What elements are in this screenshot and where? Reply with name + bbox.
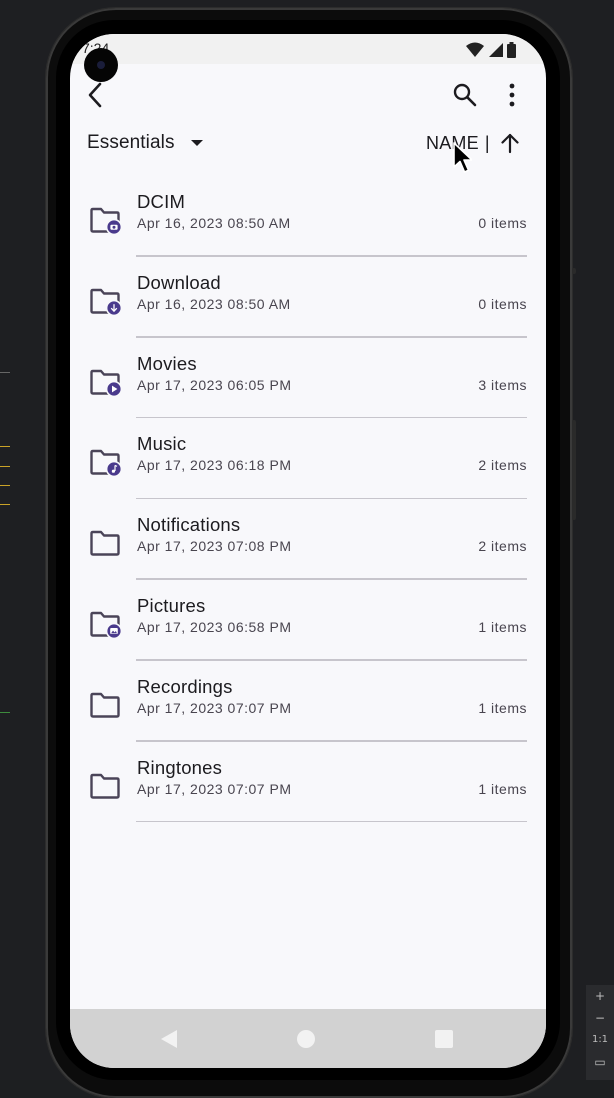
folder-item-count: 1 items (478, 618, 527, 635)
folder-row[interactable]: Music Apr 17, 2023 06:18 PM 2 items (70, 418, 546, 500)
folder-music-icon (90, 450, 123, 478)
app-screen: 7:24 Essentials (70, 34, 546, 1068)
phone-power-button (572, 268, 576, 274)
folder-item-count: 1 items (478, 699, 527, 716)
edge-mark (0, 485, 10, 486)
folder-modified-date: Apr 16, 2023 08:50 AM (137, 215, 291, 231)
status-bar: 7:24 (70, 34, 546, 64)
cellular-signal-icon (489, 43, 503, 57)
folder-modified-date: Apr 17, 2023 06:05 PM (137, 376, 292, 393)
folder-modified-date: Apr 17, 2023 06:58 PM (137, 618, 292, 635)
folder-row[interactable]: DCIM Apr 16, 2023 08:50 AM 0 items (70, 176, 546, 257)
status-icons (466, 42, 516, 58)
folder-item-count: 0 items (478, 215, 527, 231)
front-camera (84, 48, 118, 82)
phone-volume-button (572, 420, 576, 520)
edge-mark (0, 712, 10, 713)
folder-item-count: 2 items (478, 457, 527, 474)
arrow-upward-icon[interactable] (499, 132, 521, 154)
folder-item-count: 2 items (478, 538, 527, 555)
folder-modified-date: Apr 17, 2023 07:07 PM (137, 699, 292, 716)
folder-image-icon (90, 611, 123, 639)
wifi-icon (466, 42, 484, 57)
folder-name: Music (137, 433, 187, 455)
folder-item-count: 0 items (478, 295, 527, 312)
folder-play-icon (90, 369, 123, 397)
folder-modified-date: Apr 17, 2023 06:18 PM (137, 457, 292, 474)
folder-row[interactable]: Notifications Apr 17, 2023 07:08 PM 2 item… (70, 499, 546, 580)
folder-modified-date: Apr 17, 2023 07:08 PM (137, 538, 292, 555)
edge-mark (0, 446, 10, 447)
folder-name: Recordings (137, 675, 233, 697)
system-navigation-bar (70, 1009, 546, 1068)
edge-mark (0, 372, 10, 373)
folder-row[interactable]: Recordings Apr 17, 2023 07:07 PM 1 items (70, 661, 546, 742)
folder-row[interactable]: Movies Apr 17, 2023 06:05 PM 3 items (70, 338, 546, 419)
sort-control[interactable]: NAME | (426, 132, 521, 154)
filter-bar: Essentials NAME | (70, 126, 546, 160)
emulator-zoom-toolbar: + − 1:1 ▭ (586, 985, 614, 1080)
sort-separator: | (484, 132, 490, 153)
folder-name: Notifications (137, 514, 241, 536)
screenshot-icon[interactable]: ▭ (586, 1051, 614, 1073)
folder-name: Ringtones (137, 756, 223, 778)
folder-list: DCIM Apr 16, 2023 08:50 AM 0 items Download… (70, 176, 546, 823)
folder-modified-date: Apr 16, 2023 08:50 AM (137, 295, 291, 312)
folder-row[interactable]: Download Apr 16, 2023 08:50 AM 0 items (70, 257, 546, 338)
folder-camera-icon (90, 207, 123, 235)
folder-item-count: 1 items (478, 780, 527, 797)
nav-recents-icon[interactable] (435, 1030, 453, 1048)
zoom-out-button[interactable]: − (586, 1007, 614, 1029)
storage-dropdown[interactable]: Essentials (87, 132, 203, 154)
folder-download-icon (90, 288, 123, 316)
search-icon[interactable] (452, 82, 478, 108)
dropdown-arrow-icon (190, 140, 203, 146)
folder-icon (90, 530, 120, 556)
folder-row[interactable]: Ringtones Apr 17, 2023 07:07 PM 1 items (70, 742, 546, 823)
folder-name: Download (137, 271, 221, 293)
folder-item-count: 3 items (478, 376, 527, 393)
storage-dropdown-label: Essentials (87, 132, 175, 153)
nav-home-icon[interactable] (297, 1030, 315, 1048)
folder-icon (90, 692, 120, 718)
folder-name: DCIM (137, 191, 186, 212)
actual-size-button[interactable]: 1:1 (586, 1029, 614, 1051)
zoom-in-button[interactable]: + (586, 985, 614, 1007)
more-vert-icon[interactable] (502, 82, 522, 108)
nav-back-icon[interactable] (160, 1029, 178, 1049)
battery-icon (507, 42, 516, 58)
folder-name: Pictures (137, 594, 206, 616)
top-app-bar (70, 64, 546, 124)
mouse-cursor-icon (453, 142, 472, 173)
edge-mark (0, 466, 10, 467)
arrow-back-icon[interactable] (82, 80, 108, 110)
divider (136, 820, 527, 823)
edge-mark (0, 504, 10, 505)
folder-modified-date: Apr 17, 2023 07:07 PM (137, 780, 292, 797)
folder-row[interactable]: Pictures Apr 17, 2023 06:58 PM 1 items (70, 580, 546, 661)
folder-icon (90, 773, 120, 799)
folder-name: Movies (137, 352, 197, 374)
